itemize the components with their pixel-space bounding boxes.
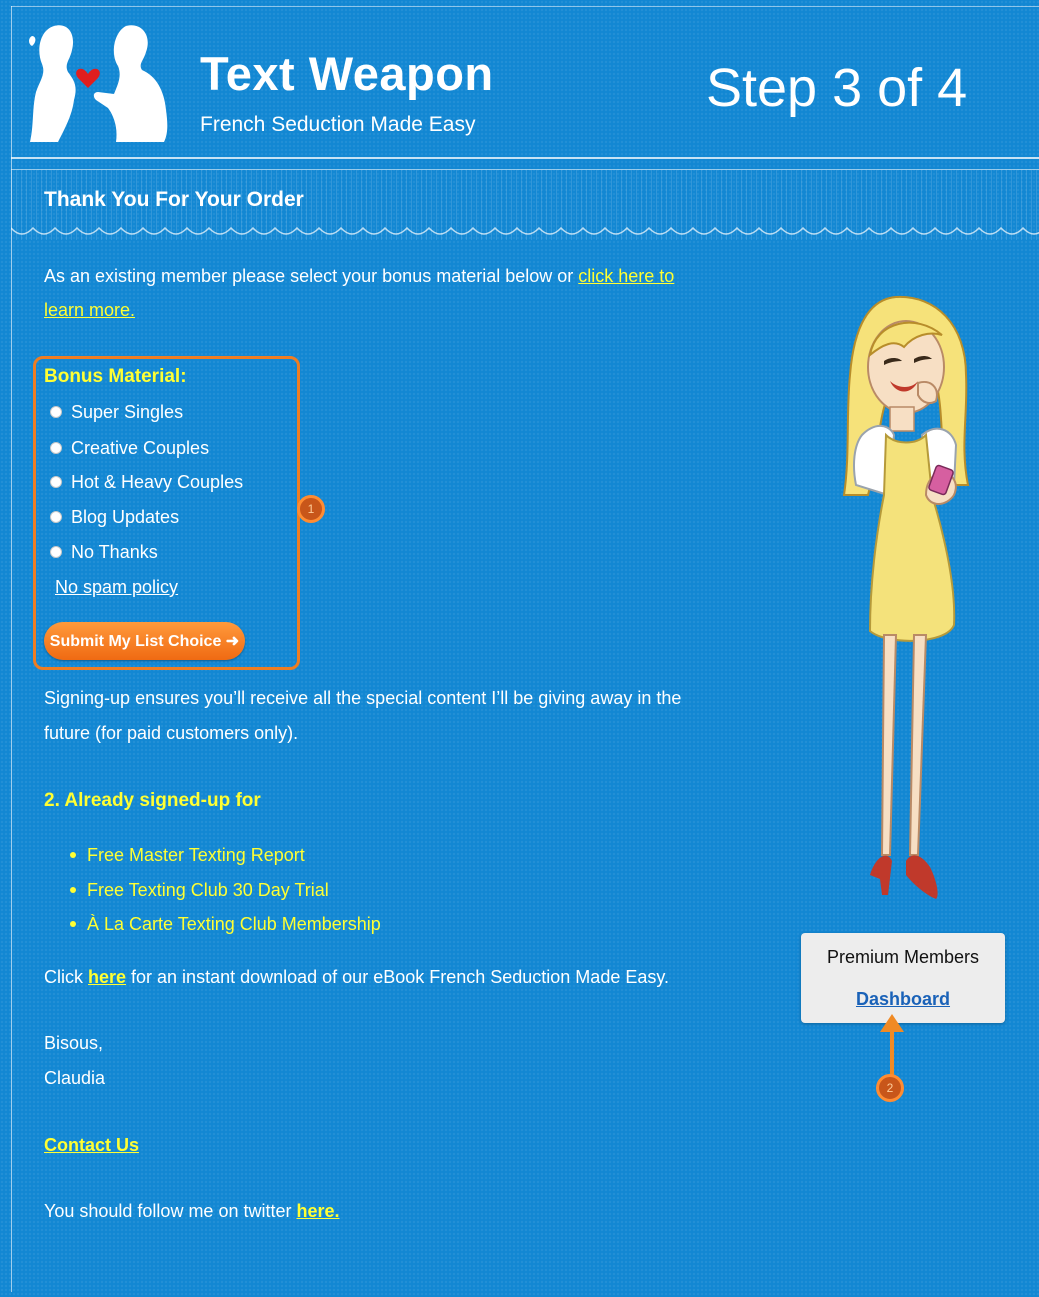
download-suffix: for an instant download of our eBook Fre… bbox=[126, 967, 670, 987]
callout-arrow-up-icon bbox=[880, 1014, 904, 1078]
signup-text-line1: Signing-up ensures you’ll receive all th… bbox=[44, 688, 682, 708]
list-item: Free Master Texting Report bbox=[70, 843, 305, 867]
contact-us-link[interactable]: Contact Us bbox=[44, 1135, 139, 1155]
ebook-download-link[interactable]: here bbox=[88, 967, 126, 987]
radio-label: No Thanks bbox=[71, 541, 158, 562]
radio-option-blog-updates[interactable]: Blog Updates bbox=[50, 504, 179, 530]
radio-button[interactable] bbox=[50, 476, 62, 488]
premium-members-title: Premium Members bbox=[826, 947, 980, 967]
learn-more-link-cont[interactable]: learn more. bbox=[44, 300, 135, 320]
submit-list-choice-button[interactable]: Submit My List Choice ➜ bbox=[44, 622, 245, 660]
radio-option-no-thanks[interactable]: No Thanks bbox=[50, 539, 158, 565]
frame-border-top bbox=[11, 6, 1039, 7]
brand-tagline: French Seduction Made Easy bbox=[200, 113, 476, 136]
couple-logo-icon bbox=[29, 25, 168, 143]
radio-button[interactable] bbox=[50, 442, 62, 454]
twitter-link[interactable]: here. bbox=[296, 1201, 339, 1221]
radio-label: Blog Updates bbox=[71, 506, 180, 527]
download-text: Click here for an instant download of ou… bbox=[44, 965, 669, 989]
radio-label: Hot & Heavy Couples bbox=[71, 471, 244, 492]
radio-button[interactable] bbox=[50, 546, 62, 558]
twitter-prefix: You should follow me on twitter bbox=[44, 1201, 297, 1221]
dashboard-link[interactable]: Dashboard bbox=[801, 987, 1005, 1011]
radio-label: Creative Couples bbox=[71, 437, 210, 458]
cartoon-girl-illustration bbox=[842, 295, 970, 899]
list-item-text: Free Master Texting Report bbox=[87, 845, 305, 865]
learn-more-link[interactable]: click here to bbox=[578, 266, 674, 286]
radio-option-hot-heavy-couples[interactable]: Hot & Heavy Couples bbox=[50, 469, 243, 495]
no-spam-policy-link[interactable]: No spam policy bbox=[55, 575, 178, 599]
radio-label: Super Singles bbox=[71, 401, 184, 422]
radio-option-super-singles[interactable]: Super Singles bbox=[50, 399, 183, 425]
banner-wave-edge bbox=[11, 226, 1039, 235]
signoff-line1: Bisous, bbox=[44, 1033, 104, 1053]
intro-text-line2: learn more. bbox=[44, 298, 135, 322]
page: Text Weapon French Seduction Made Easy S… bbox=[0, 0, 1039, 1297]
callout-badge-1: 1 bbox=[297, 495, 325, 523]
premium-members-box: Premium Members Dashboard bbox=[801, 933, 1005, 1023]
radio-button[interactable] bbox=[50, 511, 62, 523]
list-item: Free Texting Club 30 Day Trial bbox=[70, 878, 329, 902]
step-indicator: Step 3 of 4 bbox=[706, 58, 968, 118]
header-divider bbox=[11, 157, 1039, 159]
bonus-material-title: Bonus Material: bbox=[44, 366, 187, 387]
bullet-icon bbox=[70, 921, 76, 927]
radio-button[interactable] bbox=[50, 406, 62, 418]
callout-badge-2: 2 bbox=[876, 1074, 904, 1102]
banner-title: Thank You For Your Order bbox=[44, 188, 304, 211]
bullet-icon bbox=[70, 887, 76, 893]
intro-text: As an existing member please select your… bbox=[44, 264, 674, 288]
list-item-text: Free Texting Club 30 Day Trial bbox=[87, 880, 329, 900]
signup-text-line2: future (for paid customers only). bbox=[44, 723, 299, 743]
list-item: À La Carte Texting Club Membership bbox=[70, 912, 381, 936]
download-prefix: Click bbox=[44, 967, 88, 987]
already-signed-up-title: 2. Already signed-up for bbox=[44, 790, 261, 811]
intro-text-body: As an existing member please select your… bbox=[44, 266, 579, 286]
radio-option-creative-couples[interactable]: Creative Couples bbox=[50, 435, 209, 461]
signoff-line2: Claudia bbox=[44, 1068, 106, 1088]
contact-us-row: Contact Us bbox=[44, 1133, 139, 1157]
bullet-icon bbox=[70, 852, 76, 858]
list-item-text: À La Carte Texting Club Membership bbox=[87, 914, 381, 934]
brand-title: Text Weapon bbox=[200, 47, 494, 100]
twitter-text: You should follow me on twitter here. bbox=[44, 1199, 340, 1223]
